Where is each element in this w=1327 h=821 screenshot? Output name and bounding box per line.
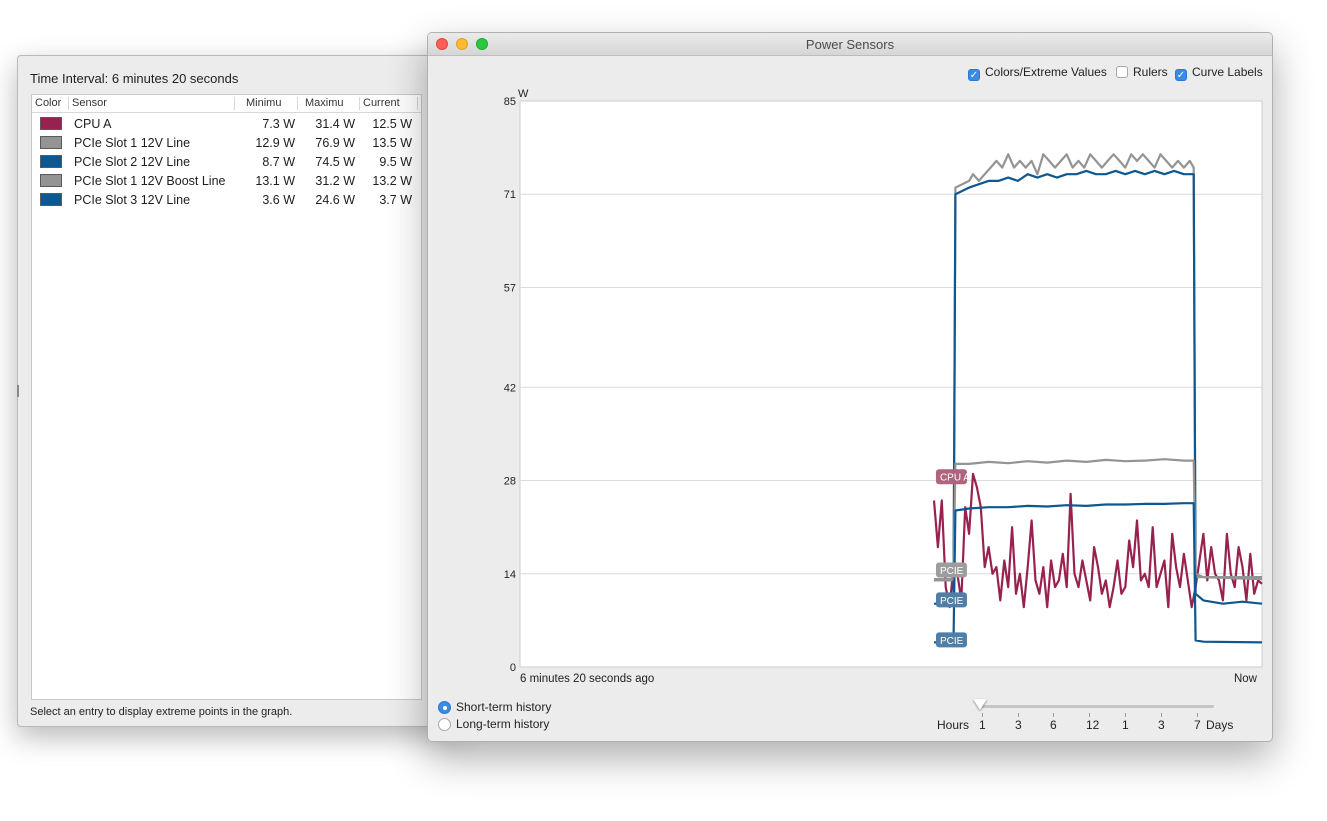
- plot-area: [519, 100, 1263, 668]
- minimum-value: 12.9 W: [255, 136, 295, 150]
- days-label: Days: [1206, 718, 1234, 732]
- y-tick-label: 14: [504, 569, 516, 581]
- slider-tick-label: 1: [979, 718, 986, 732]
- y-tick-label: 71: [504, 189, 516, 201]
- slider-tick: [1018, 713, 1019, 717]
- maximum-value: 24.6 W: [315, 193, 355, 207]
- column-header-minimum[interactable]: Minimu: [235, 97, 298, 110]
- slider-tick-label: 1: [1122, 718, 1129, 732]
- time-interval-label: Time Interval: 6 minutes 20 seconds: [30, 71, 239, 86]
- maximum-value: 31.4 W: [315, 117, 355, 131]
- table-row[interactable]: PCIe Slot 1 12V Boost Line 13.1 W 31.2 W…: [32, 171, 421, 190]
- column-header-color[interactable]: Color: [32, 97, 69, 110]
- sensor-name: PCIe Slot 2 12V Line: [74, 155, 191, 169]
- sensor-name: CPU A: [74, 117, 112, 131]
- x-end-label: Now: [1234, 673, 1258, 685]
- sensor-name: PCIe Slot 1 12V Line: [74, 136, 191, 150]
- slider-tick-label: 3: [1015, 718, 1022, 732]
- minimum-value: 3.6 W: [262, 193, 295, 207]
- short-term-history-label: Short-term history: [456, 700, 552, 714]
- table-row[interactable]: CPU A 7.3 W 31.4 W 12.5 W: [32, 114, 421, 133]
- slider-tick: [1125, 713, 1126, 717]
- y-tick-label: 42: [504, 382, 516, 394]
- curve-label-text: PCIE: [940, 596, 964, 607]
- resize-handle[interactable]: [17, 385, 19, 397]
- curve-label-text: PCIE: [940, 636, 964, 647]
- sensor-list-window: Time Interval: 6 minutes 20 seconds Colo…: [17, 55, 459, 727]
- maximum-value: 74.5 W: [315, 155, 355, 169]
- color-swatch[interactable]: [40, 136, 62, 149]
- power-chart[interactable]: 85 71 57 42 28 14 0 W CPU A PCIE PCIE PCIE 6 minu…: [428, 33, 1272, 693]
- current-value: 3.7 W: [379, 193, 412, 207]
- long-term-history-radio[interactable]: Long-term history: [438, 717, 549, 731]
- slider-knob[interactable]: [973, 699, 987, 710]
- curve-label: PCIE: [935, 632, 967, 648]
- current-value: 9.5 W: [379, 155, 412, 169]
- short-term-history-radio[interactable]: Short-term history: [438, 700, 551, 714]
- curve-label: PCIE: [935, 562, 967, 578]
- current-value: 13.2 W: [372, 174, 412, 188]
- color-swatch[interactable]: [40, 155, 62, 168]
- sensor-table[interactable]: Color Sensor Minimu Maximu Current CPU A…: [31, 94, 422, 700]
- power-sensors-window: Power Sensors ✓ Colors/Extreme Values Rul…: [427, 32, 1273, 742]
- y-unit-label: W: [518, 88, 529, 100]
- radio-selected-icon[interactable]: [438, 701, 451, 714]
- sensor-name: PCIe Slot 1 12V Boost Line: [74, 174, 226, 188]
- y-tick-label: 85: [504, 96, 516, 108]
- minimum-value: 8.7 W: [262, 155, 295, 169]
- slider-tick: [1161, 713, 1162, 717]
- minimum-value: 13.1 W: [255, 174, 295, 188]
- status-text: Select an entry to display extreme point…: [30, 706, 293, 718]
- minimum-value: 7.3 W: [262, 117, 295, 131]
- slider-tick: [982, 713, 983, 717]
- slider-tick-label: 12: [1086, 718, 1100, 732]
- slider-tick: [1197, 713, 1198, 717]
- maximum-value: 76.9 W: [315, 136, 355, 150]
- color-swatch[interactable]: [40, 174, 62, 187]
- curve-label: PCIE: [935, 592, 967, 608]
- slider-tick-label: 3: [1158, 718, 1165, 732]
- current-value: 12.5 W: [372, 117, 412, 131]
- curve-label-text: PCIE: [940, 566, 964, 577]
- column-header-current[interactable]: Current: [360, 97, 418, 110]
- radio-unselected-icon[interactable]: [438, 718, 451, 731]
- maximum-value: 31.2 W: [315, 174, 355, 188]
- table-header: Color Sensor Minimu Maximu Current: [32, 95, 421, 113]
- y-tick-label: 28: [504, 476, 516, 488]
- column-header-sensor[interactable]: Sensor: [69, 97, 235, 110]
- hours-label: Hours: [937, 718, 970, 732]
- x-start-label: 6 minutes 20 seconds ago: [520, 673, 654, 685]
- table-row[interactable]: PCIe Slot 2 12V Line 8.7 W 74.5 W 9.5 W: [32, 152, 421, 171]
- curve-label: CPU A: [935, 469, 970, 485]
- y-tick-label: 57: [504, 282, 516, 294]
- long-term-history-label: Long-term history: [456, 717, 550, 731]
- sensor-name: PCIe Slot 3 12V Line: [74, 193, 191, 207]
- y-tick-label: 0: [510, 662, 516, 674]
- column-header-maximum[interactable]: Maximu: [298, 97, 360, 110]
- slider-tick-label: 6: [1050, 718, 1057, 732]
- history-range-slider[interactable]: [978, 705, 1214, 708]
- curve-label-text: CPU A: [940, 473, 970, 484]
- slider-tick: [1053, 713, 1054, 717]
- table-row[interactable]: PCIe Slot 1 12V Line 12.9 W 76.9 W 13.5 …: [32, 133, 421, 152]
- table-row[interactable]: PCIe Slot 3 12V Line 3.6 W 24.6 W 3.7 W: [32, 190, 421, 209]
- current-value: 13.5 W: [372, 136, 412, 150]
- color-swatch[interactable]: [40, 117, 62, 130]
- slider-tick: [1089, 713, 1090, 717]
- color-swatch[interactable]: [40, 193, 62, 206]
- slider-tick-label: 7: [1194, 718, 1201, 732]
